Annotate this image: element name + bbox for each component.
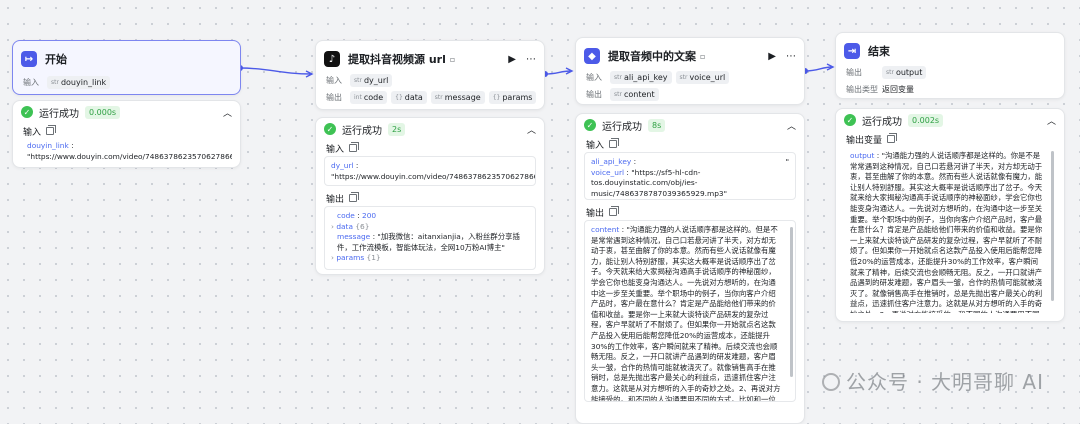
extract-input-param: str dy_url (350, 74, 393, 87)
more-icon[interactable]: ⋯ (786, 51, 796, 62)
copy-icon[interactable] (349, 192, 360, 202)
voice-input-value: ali_api_key : " voice_url : "https://sf5… (584, 152, 796, 200)
voice-text-node[interactable]: ◆ 提取音频中的文案 ▫ ▶ ⋯ 输入 str ali_api_key str vo… (575, 37, 805, 105)
end-output-label: 输出 (846, 68, 862, 77)
end-node[interactable]: ⇥ 结束 输出 str output 输出类型 返回变量 (835, 32, 1065, 99)
scrollbar[interactable] (790, 227, 793, 377)
run-status: 运行成功 (39, 108, 79, 120)
voice-run-panel: ✓ 运行成功 8s ︿ 输入 ali_api_key : " voice_url… (575, 113, 805, 424)
watermark: 公众号 · 大明哥聊 AI (821, 366, 1044, 395)
voice-output-label: 输出 (586, 90, 602, 99)
plugin-badge-icon: ▫ (700, 51, 706, 61)
end-type-value: 返回变量 (882, 85, 914, 94)
cube-icon: ◆ (584, 48, 600, 64)
copy-icon[interactable] (46, 125, 57, 135)
panel-input-title: 输入 (586, 140, 605, 151)
run-play-icon[interactable]: ▶ (508, 54, 516, 65)
extract-node-title: 提取抖音视频源 url (348, 53, 446, 66)
start-node[interactable]: ↦ 开始 输入 str douyin_link (12, 40, 241, 95)
end-output-param: str output (882, 66, 927, 79)
extract-output-params: {} params (488, 91, 537, 104)
run-time-badge: 0.000s (85, 105, 121, 119)
start-input-value: douyin_link : "https://www.douyin.com/vi… (27, 141, 232, 161)
extract-output-value: code : 200 › data {6} message : "加我微信：ai… (324, 206, 536, 270)
extract-output-message: str message (430, 91, 485, 104)
run-status: 运行成功 (862, 116, 902, 128)
start-run-panel: ✓ 运行成功 0.000s ︿ 输入 douyin_link : "https:… (12, 100, 241, 168)
panel-output-title: 输出 (326, 194, 345, 205)
run-time-badge: 0.002s (908, 113, 944, 127)
success-check-icon: ✓ (584, 119, 596, 131)
end-type-label: 输出类型 (846, 85, 878, 94)
extract-input-value: dy_url : "https://www.douyin.com/video/7… (324, 156, 536, 186)
plugin-badge-icon: ▫ (449, 54, 456, 64)
end-output-value: output : "沟通能力强的人说话顺序都是这样的。你是不是常常遇到这种情况，… (844, 147, 1056, 313)
edge-start-extract (239, 67, 313, 75)
run-time-badge: 2s (388, 122, 406, 136)
voice-input-label: 输入 (586, 73, 602, 82)
success-check-icon: ✓ (844, 114, 856, 126)
extract-output-code: int code (350, 91, 388, 104)
start-node-title: 开始 (45, 53, 67, 66)
more-icon[interactable]: ⋯ (526, 54, 536, 65)
success-check-icon: ✓ (21, 106, 33, 118)
collapse-chevron-icon[interactable]: ︿ (223, 106, 232, 119)
success-check-icon: ✓ (324, 123, 336, 135)
wechat-logo-icon (821, 373, 840, 391)
copy-icon[interactable] (349, 142, 360, 152)
collapse-chevron-icon[interactable]: ︿ (1047, 114, 1056, 127)
end-node-title: 结束 (868, 45, 890, 58)
end-run-panel: ✓ 运行成功 0.002s ︿ 输出变量 output : "沟通能力强的人说话… (835, 108, 1065, 322)
voice-input-url: str voice_url (675, 71, 730, 84)
panel-input-title: 输入 (23, 127, 42, 138)
voice-output-value: content : "沟通能力强的人说话顺序都是这样的。但是不是常常遇到这种情况… (584, 220, 796, 402)
run-status: 运行成功 (342, 125, 382, 137)
voice-input-key: str ali_api_key (610, 71, 672, 84)
exit-icon: ⇥ (844, 43, 860, 59)
copy-icon[interactable] (609, 138, 620, 148)
collapse-chevron-icon[interactable]: ︿ (787, 119, 796, 132)
extract-input-label: 输入 (326, 76, 342, 85)
copy-icon[interactable] (887, 133, 898, 143)
scrollbar[interactable] (1051, 151, 1054, 301)
start-param: str douyin_link (47, 76, 111, 89)
start-input-label: 输入 (23, 78, 39, 87)
tiktok-icon: ♪ (324, 51, 340, 67)
extract-output-data: {} data (391, 91, 427, 104)
run-status: 运行成功 (602, 121, 642, 133)
voice-output-content: str content (610, 88, 659, 101)
start-icon: ↦ (21, 51, 37, 67)
copy-icon[interactable] (609, 206, 620, 216)
extract-output-label: 输出 (326, 93, 342, 102)
extract-run-panel: ✓ 运行成功 2s ︿ 输入 dy_url : "https://www.dou… (315, 117, 545, 275)
panel-output-variable-title: 输出变量 (846, 135, 883, 146)
panel-input-title: 输入 (326, 144, 345, 155)
extract-url-node[interactable]: ♪ 提取抖音视频源 url ▫ ▶ ⋯ 输入 str dy_url 输出 int c… (315, 40, 545, 110)
run-play-icon[interactable]: ▶ (768, 51, 776, 62)
collapse-chevron-icon[interactable]: ︿ (527, 123, 536, 136)
panel-output-title: 输出 (586, 208, 605, 219)
voice-node-title: 提取音频中的文案 (608, 50, 696, 63)
run-time-badge: 8s (648, 118, 666, 132)
